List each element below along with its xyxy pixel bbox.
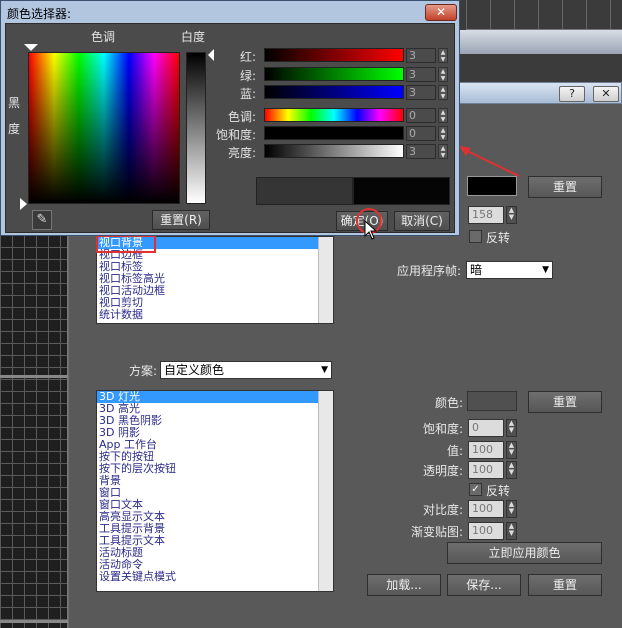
app-frame-value: 暗 [470, 263, 483, 277]
invert-label: 反转 [486, 231, 511, 245]
green-spinner-arrows[interactable]: ▲ ▼ [438, 67, 448, 82]
list-scrollbar[interactable] [318, 237, 333, 323]
contrast-label: 对比度: [423, 503, 464, 517]
value-spinner[interactable]: 100 [468, 441, 504, 459]
green-label: 绿: [240, 69, 257, 83]
list-item[interactable]: 统计数据 [97, 309, 333, 321]
scheme-select[interactable]: 自定义颜色 ▼ [160, 361, 332, 379]
picker-reset-button[interactable]: 重置(R) [152, 210, 210, 230]
saturation-slider-label: 饱和度: [216, 128, 257, 142]
color-label: 颜色: [435, 396, 464, 410]
blue-label: 蓝: [240, 87, 257, 101]
color-element-list[interactable]: 3D 灯光 3D 高光 3D 黑色阴影 3D 阴影 App 工作台 按下的按钮 按下的层次按… [96, 390, 334, 592]
annotation-arrow [459, 146, 520, 177]
scheme-value: 自定义颜色 [164, 363, 225, 377]
hue-marker-icon[interactable] [24, 44, 38, 51]
load-button[interactable]: 加载... [367, 574, 441, 596]
scheme-label: 方案: [129, 364, 158, 378]
invert2-checkbox[interactable]: ✓ [469, 483, 482, 496]
new-color-preview [353, 177, 450, 205]
blue-spinner-arrows[interactable]: ▲ ▼ [438, 85, 448, 100]
ribbon-bar [458, 30, 622, 54]
close-button[interactable]: ✕ [593, 86, 619, 102]
value-label: 值: [447, 444, 464, 458]
viewport-left-area [0, 235, 68, 628]
chevron-down-icon: ▼ [542, 265, 549, 275]
app-frame-label: 应用程序帧: [397, 264, 462, 278]
whiteness-marker-icon[interactable] [208, 49, 214, 61]
brightness-spinner-arrows[interactable]: ▲ ▼ [438, 144, 448, 159]
whiteness-label: 白度 [181, 30, 206, 44]
dialog-title: 颜色选择器: [7, 7, 72, 21]
reset-button[interactable]: 重置 [528, 176, 602, 198]
spinner-arrows[interactable]: ▲ ▼ [506, 206, 517, 224]
mouse-cursor-icon [364, 220, 378, 240]
app-frame-select[interactable]: 暗 ▼ [466, 261, 553, 279]
chevron-down-icon: ▼ [321, 365, 328, 375]
viewport-divider [0, 375, 68, 378]
brightness-value[interactable]: 3 [406, 144, 436, 159]
hue-spinner-arrows[interactable]: ▲ ▼ [438, 108, 448, 123]
list-item[interactable]: 设置关键点模式 [97, 571, 333, 583]
original-color-preview [256, 177, 353, 205]
spinner-arrows[interactable]: ▲ ▼ [506, 500, 517, 518]
red-slider[interactable] [264, 48, 404, 62]
list-scrollbar[interactable] [318, 391, 333, 591]
blackness-label: 黑 [8, 96, 21, 110]
spinner-arrows[interactable]: ▲ ▼ [506, 461, 517, 479]
transparency-spinner[interactable]: 100 [468, 461, 504, 479]
contrast-spinner[interactable]: 100 [468, 500, 504, 518]
preferences-titlebar: ? ✕ [458, 82, 622, 104]
invert-checkbox[interactable] [469, 230, 482, 243]
degree-label: 度 [8, 122, 21, 136]
brightness-slider[interactable] [264, 144, 404, 158]
saturation-value[interactable]: 0 [406, 126, 436, 141]
intensity-spinner[interactable]: 158 [468, 206, 504, 224]
green-slider[interactable] [264, 67, 404, 81]
saturation-spinner-arrows[interactable]: ▲ ▼ [438, 126, 448, 141]
red-label: 红: [240, 50, 257, 64]
list-item[interactable]: 背景 [97, 475, 333, 487]
blackness-marker-icon[interactable] [20, 198, 27, 210]
color-picker-dialog: 颜色选择器: ✕ 色调 白度 黑 度 ✎ 重置(R) 红: 3 ▲ ▼ 绿: 3 … [0, 0, 460, 240]
whiteness-bar[interactable] [186, 52, 206, 204]
help-button[interactable]: ? [559, 86, 585, 102]
viewport-divider [0, 620, 68, 623]
saturation-label: 饱和度: [423, 422, 464, 436]
invert2-label: 反转 [486, 484, 511, 498]
viewport-grid [466, 0, 622, 30]
green-value[interactable]: 3 [406, 67, 436, 82]
blue-value[interactable]: 3 [406, 85, 436, 100]
transparency-label: 透明度: [423, 464, 464, 478]
dialog-body: 色调 白度 黑 度 ✎ 重置(R) 红: 3 ▲ ▼ 绿: 3 ▲ ▼ 蓝: 3 ▲… [5, 23, 455, 240]
saturation-spinner[interactable]: 0 [468, 419, 504, 437]
color-spectrum[interactable] [28, 52, 180, 204]
cancel-button[interactable]: 取消(C) [394, 211, 450, 231]
hue-slider-label: 色调: [228, 110, 257, 124]
red-spinner-arrows[interactable]: ▲ ▼ [438, 48, 448, 63]
hue-slider[interactable] [264, 108, 404, 122]
reset-color-button[interactable]: 重置 [528, 391, 602, 413]
apply-colors-button[interactable]: 立即应用颜色 [447, 542, 602, 564]
brightness-label: 亮度: [228, 146, 257, 160]
reset-all-button[interactable]: 重置 [528, 574, 602, 596]
list-item[interactable]: 按下的层次按钮 [97, 463, 333, 475]
spinner-arrows[interactable]: ▲ ▼ [506, 441, 517, 459]
gradient-label: 渐变贴图: [411, 525, 464, 539]
hue-label: 色调 [91, 30, 116, 44]
spinner-arrows[interactable]: ▲ ▼ [506, 522, 517, 540]
dialog-close-button[interactable]: ✕ [425, 4, 457, 21]
highlight-box [96, 235, 156, 253]
hue-value[interactable]: 0 [406, 108, 436, 123]
save-button[interactable]: 保存... [447, 574, 521, 596]
gradient-spinner[interactable]: 100 [468, 522, 504, 540]
spinner-arrows[interactable]: ▲ ▼ [506, 419, 517, 437]
red-value[interactable]: 3 [406, 48, 436, 63]
saturation-slider[interactable] [264, 126, 404, 140]
blue-slider[interactable] [264, 85, 404, 99]
viewport-top-area [458, 0, 622, 86]
eyedropper-icon[interactable]: ✎ [32, 210, 52, 230]
color-swatch-2[interactable] [467, 391, 517, 411]
